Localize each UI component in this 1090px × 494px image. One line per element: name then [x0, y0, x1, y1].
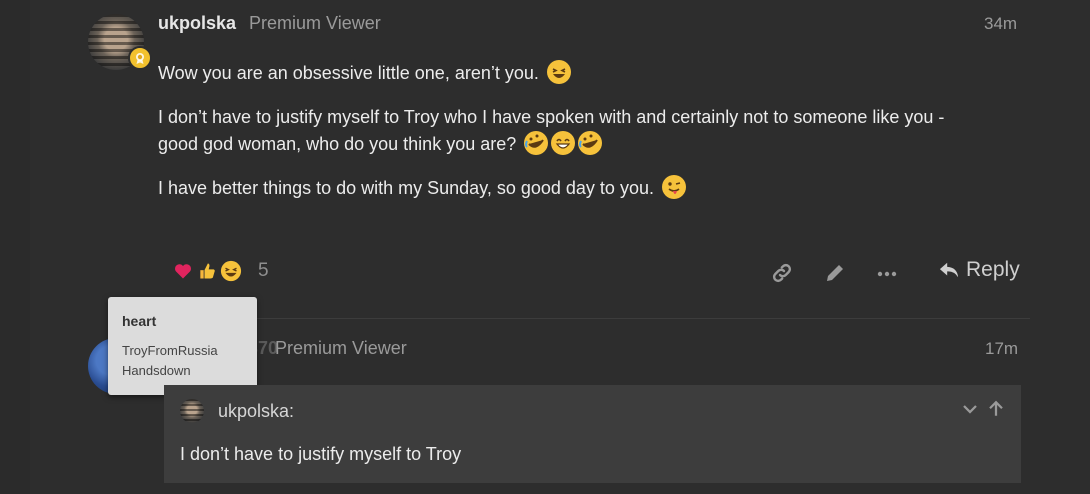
post-body: Wow you are an obsessive little one, are…	[158, 60, 944, 202]
post-paragraph: I have better things to do with my Sunda…	[158, 175, 944, 202]
avatar[interactable]	[180, 399, 204, 423]
chevron-down-icon[interactable]	[960, 399, 980, 419]
reaction-count[interactable]: 5	[258, 260, 269, 282]
quote-username[interactable]: ukpolska:	[218, 401, 294, 422]
link-icon[interactable]	[769, 260, 795, 286]
post-date[interactable]: 34m	[984, 14, 1017, 34]
tooltip-user[interactable]: TroyFromRussia	[122, 343, 218, 358]
heart-icon[interactable]	[172, 260, 194, 282]
tooltip-title: heart	[122, 313, 157, 329]
reactions-bar[interactable]: 5	[172, 260, 269, 282]
laughing-emoji-icon	[546, 60, 571, 84]
rofl-emoji-icon	[524, 131, 549, 155]
edit-pencil-icon[interactable]	[822, 260, 848, 286]
post-paragraph: I don’t have to justify myself to Troy w…	[158, 107, 945, 127]
winking-tongue-emoji-icon	[661, 175, 686, 199]
post-paragraph: Wow you are an obsessive little one, are…	[158, 60, 944, 87]
arrow-up-icon[interactable]	[986, 399, 1006, 419]
grinning-emoji-icon	[551, 131, 576, 155]
flair-badge-icon	[128, 46, 152, 70]
user-title: Premium Viewer	[275, 338, 407, 358]
rofl-emoji-icon	[578, 131, 603, 155]
quote-block: ukpolska: I don’t have to justify myself…	[164, 385, 1021, 483]
left-gutter	[0, 0, 30, 494]
user-title: Premium Viewer	[249, 13, 381, 33]
reply-button[interactable]: Reply	[938, 258, 1020, 282]
reply-arrow-icon	[939, 262, 959, 278]
quote-text: I don’t have to justify myself to Troy	[180, 444, 462, 464]
reply-label: Reply	[966, 258, 1020, 281]
laughing-emoji-icon[interactable]	[220, 260, 242, 282]
post-username[interactable]: ukpolska	[158, 13, 236, 34]
post-divider	[158, 318, 1030, 319]
reaction-users-tooltip: heart TroyFromRussia Handsdown	[108, 297, 257, 395]
thumbs-up-icon[interactable]	[196, 260, 218, 282]
more-options-icon[interactable]	[874, 260, 900, 286]
tooltip-user[interactable]: Handsdown	[122, 363, 191, 378]
post-date[interactable]: 17m	[985, 339, 1018, 359]
post-paragraph: good god woman, who do you think you are…	[158, 131, 944, 158]
